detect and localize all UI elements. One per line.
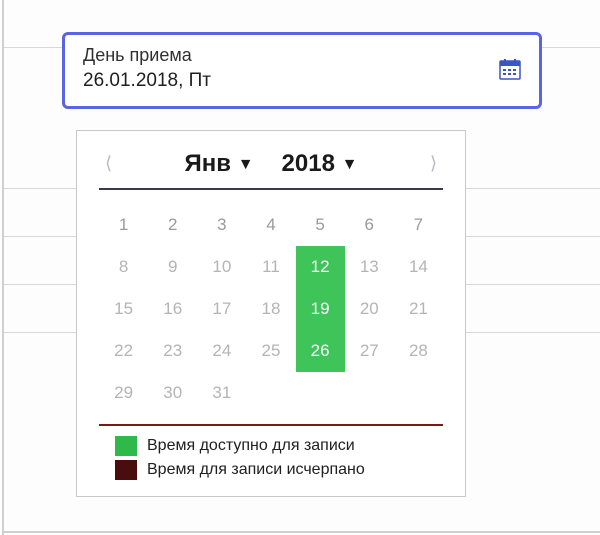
weekday-header: 2 [148, 204, 197, 246]
day-cell[interactable]: 25 [246, 330, 295, 372]
day-cell[interactable]: 17 [197, 288, 246, 330]
legend-row-available: Время доступно для записи [115, 436, 443, 456]
day-cell-available[interactable]: 12 [296, 246, 345, 288]
legend-label: Время для записи исчерпано [147, 461, 365, 479]
calendar-icon[interactable] [499, 58, 521, 80]
day-cell[interactable]: 27 [345, 330, 394, 372]
day-cell[interactable]: 11 [246, 246, 295, 288]
page-border-bottom [2, 531, 600, 533]
legend-row-full: Время для записи исчерпано [115, 460, 443, 480]
day-cell[interactable]: 14 [394, 246, 443, 288]
datepicker-popup: ⟨ Янв ▼ 2018 ▼ ⟩ 1 2 3 4 5 6 7 8 9 10 11… [76, 130, 466, 497]
weekday-header: 4 [246, 204, 295, 246]
weekday-header: 6 [345, 204, 394, 246]
year-select[interactable]: 2018 ▼ [282, 150, 358, 178]
day-cell[interactable]: 28 [394, 330, 443, 372]
appointment-date-field[interactable]: День приема 26.01.2018, Пт [62, 32, 542, 109]
day-cell-available[interactable]: 26 [296, 330, 345, 372]
weekday-header: 7 [394, 204, 443, 246]
date-field-value: 26.01.2018, Пт [83, 70, 211, 92]
day-cell[interactable]: 10 [197, 246, 246, 288]
day-cell[interactable]: 15 [99, 288, 148, 330]
day-cell[interactable]: 31 [197, 372, 246, 414]
next-month-button[interactable]: ⟩ [424, 149, 443, 178]
day-cell[interactable]: 21 [394, 288, 443, 330]
day-cell[interactable]: 13 [345, 246, 394, 288]
day-cell[interactable]: 22 [99, 330, 148, 372]
day-cell[interactable]: 29 [99, 372, 148, 414]
prev-month-button[interactable]: ⟨ [99, 149, 118, 178]
divider [99, 188, 443, 190]
weekday-header: 5 [296, 204, 345, 246]
date-field-label: День приема [83, 45, 211, 66]
weekday-header: 3 [197, 204, 246, 246]
day-cell[interactable]: 30 [148, 372, 197, 414]
legend: Время доступно для записи Время для запи… [99, 436, 443, 480]
day-cell[interactable]: 24 [197, 330, 246, 372]
calendar-grid: 1 2 3 4 5 6 7 8 9 10 11 12 13 14 15 16 1… [99, 204, 443, 414]
day-cell[interactable]: 16 [148, 288, 197, 330]
month-select[interactable]: Янв ▼ [185, 150, 254, 178]
day-cell[interactable]: 9 [148, 246, 197, 288]
chevron-down-icon: ▼ [342, 156, 358, 173]
day-cell-empty [246, 372, 295, 414]
day-cell[interactable]: 18 [246, 288, 295, 330]
day-cell-available[interactable]: 19 [296, 288, 345, 330]
day-cell-empty [345, 372, 394, 414]
day-cell[interactable]: 8 [99, 246, 148, 288]
divider [99, 424, 443, 426]
datepicker-nav: ⟨ Янв ▼ 2018 ▼ ⟩ [99, 145, 443, 188]
legend-label: Время доступно для записи [147, 437, 355, 455]
chevron-down-icon: ▼ [238, 156, 254, 173]
legend-swatch-full [115, 460, 137, 480]
legend-swatch-available [115, 436, 137, 456]
weekday-header: 1 [99, 204, 148, 246]
day-cell[interactable]: 20 [345, 288, 394, 330]
day-cell[interactable]: 23 [148, 330, 197, 372]
day-cell-empty [394, 372, 443, 414]
day-cell-empty [296, 372, 345, 414]
